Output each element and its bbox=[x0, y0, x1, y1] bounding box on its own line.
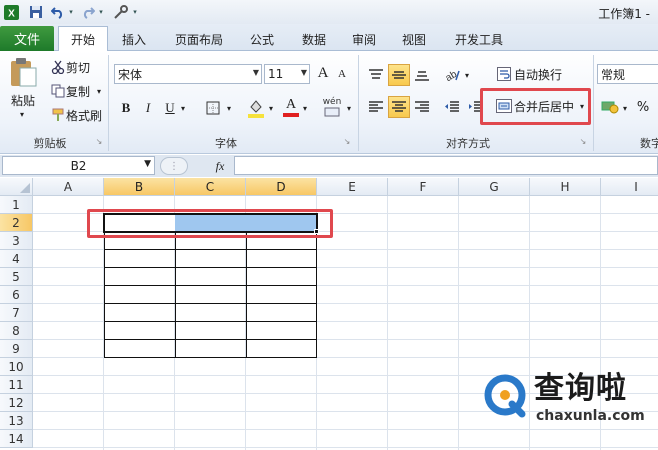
separator bbox=[358, 55, 359, 151]
wrap-text-button[interactable]: 自动换行 bbox=[514, 65, 566, 83]
alignment-launcher-icon[interactable]: ↘ bbox=[578, 136, 588, 146]
watermark-brand: 查询啦 bbox=[534, 371, 627, 406]
selection-highlight bbox=[87, 209, 333, 238]
paste-button[interactable]: 粘贴 bbox=[8, 92, 38, 108]
number-group-label: 数字 bbox=[640, 137, 658, 150]
align-bottom-icon[interactable] bbox=[412, 65, 432, 85]
wrap-text-icon[interactable] bbox=[496, 66, 512, 82]
formula-input[interactable] bbox=[234, 156, 658, 175]
accounting-dropdown-icon[interactable]: ▾ bbox=[620, 101, 630, 115]
align-right-icon[interactable] bbox=[412, 97, 432, 117]
clipboard-group-label: 剪贴板 bbox=[33, 137, 67, 150]
font-name-value: 宋体 bbox=[118, 67, 143, 82]
ribbon-home: 粘贴 ▾ 剪切 复制 ▾ 格式刷 剪贴板 ↘ 宋体 ▼ 11 ▼ A A B I bbox=[0, 51, 658, 154]
paste-dropdown-icon[interactable]: ▾ bbox=[16, 109, 28, 119]
font-name-combo[interactable]: 宋体 ▼ bbox=[114, 64, 262, 84]
number-format-value: 常规 bbox=[601, 67, 626, 82]
percent-style-button[interactable]: % bbox=[634, 97, 652, 117]
cut-button[interactable]: 剪切 bbox=[66, 59, 96, 75]
borders-icon[interactable] bbox=[204, 99, 222, 117]
alignment-group-label: 对齐方式 bbox=[446, 137, 490, 150]
separator bbox=[108, 55, 109, 151]
tab-file[interactable]: 文件 bbox=[0, 26, 54, 51]
quick-access-customize-icon[interactable]: ▾ bbox=[130, 4, 140, 20]
format-painter-button[interactable]: 格式刷 bbox=[66, 107, 106, 123]
font-size-dropdown-icon[interactable]: ▼ bbox=[301, 68, 307, 77]
svg-text:X: X bbox=[8, 8, 15, 19]
tab-view[interactable]: 视图 bbox=[390, 28, 438, 51]
insert-function-button[interactable]: fx bbox=[210, 157, 230, 175]
underline-button[interactable]: U bbox=[162, 99, 178, 117]
decrease-indent-icon[interactable] bbox=[442, 97, 462, 117]
borders-dropdown-icon[interactable]: ▾ bbox=[224, 101, 234, 115]
redo-icon[interactable] bbox=[80, 4, 96, 20]
excel-app-icon[interactable]: X bbox=[2, 4, 20, 20]
watermark-domain: chaxunla.com bbox=[536, 408, 645, 424]
font-size-value: 11 bbox=[268, 67, 284, 81]
fill-color-icon[interactable] bbox=[246, 97, 266, 119]
orientation-dropdown-icon[interactable]: ▾ bbox=[462, 68, 472, 82]
name-box[interactable]: B2 ▼ bbox=[2, 156, 155, 175]
accounting-format-icon[interactable] bbox=[600, 97, 620, 117]
font-color-dropdown-icon[interactable]: ▾ bbox=[300, 101, 310, 115]
number-format-combo[interactable]: 常规 bbox=[597, 64, 658, 84]
italic-button[interactable]: I bbox=[140, 99, 156, 117]
formula-bar-resize-handle[interactable]: ⋮ bbox=[160, 157, 188, 175]
phonetic-dropdown-icon[interactable]: ▾ bbox=[344, 101, 354, 115]
align-center-icon[interactable] bbox=[388, 96, 410, 118]
clipboard-launcher-icon[interactable]: ↘ bbox=[94, 136, 104, 146]
watermark: 查询啦 chaxunla.com bbox=[484, 372, 654, 428]
tab-page-layout[interactable]: 页面布局 bbox=[164, 28, 234, 51]
undo-dropdown-icon[interactable]: ▾ bbox=[66, 4, 76, 20]
copy-icon[interactable] bbox=[50, 83, 66, 99]
copy-dropdown-icon[interactable]: ▾ bbox=[94, 85, 104, 97]
font-group-label: 字体 bbox=[215, 137, 237, 150]
tab-insert[interactable]: 插入 bbox=[110, 28, 158, 51]
redo-dropdown-icon[interactable]: ▾ bbox=[96, 4, 106, 20]
formula-bar: B2 ▼ ⋮ fx bbox=[0, 155, 658, 177]
orientation-icon[interactable]: ab bbox=[442, 65, 462, 85]
font-color-swatch bbox=[283, 113, 299, 117]
font-color-letter: A bbox=[285, 97, 297, 112]
watermark-logo-icon bbox=[484, 374, 526, 418]
fill-color-dropdown-icon[interactable]: ▾ bbox=[266, 101, 276, 115]
bold-button[interactable]: B bbox=[118, 99, 134, 117]
grow-font-icon[interactable]: A bbox=[314, 63, 332, 83]
save-icon[interactable] bbox=[28, 4, 44, 20]
title-bar: X ▾ ▾ ▾ 工作簿1 - bbox=[0, 0, 658, 24]
tab-formulas[interactable]: 公式 bbox=[238, 28, 286, 51]
shrink-font-icon[interactable]: A bbox=[334, 65, 350, 83]
name-box-dropdown-icon[interactable]: ▼ bbox=[144, 159, 151, 169]
font-launcher-icon[interactable]: ↘ bbox=[342, 136, 352, 146]
font-name-dropdown-icon[interactable]: ▼ bbox=[253, 68, 259, 77]
align-middle-icon[interactable] bbox=[388, 64, 410, 86]
excel-window: X ▾ ▾ ▾ 工作簿1 - 文件 开始 插入 页面布局 公式 数据 审阅 视图… bbox=[0, 0, 658, 450]
phonetic-guide-label: wén bbox=[322, 97, 342, 107]
align-left-icon[interactable] bbox=[366, 97, 386, 117]
copy-button[interactable]: 复制 bbox=[66, 83, 96, 99]
merge-center-highlight bbox=[480, 88, 591, 125]
paste-icon[interactable] bbox=[6, 55, 40, 89]
underline-dropdown-icon[interactable]: ▾ bbox=[178, 101, 188, 115]
tools-icon[interactable] bbox=[112, 4, 130, 20]
undo-icon[interactable] bbox=[50, 4, 66, 20]
tab-home[interactable]: 开始 bbox=[58, 26, 108, 52]
align-top-icon[interactable] bbox=[366, 65, 386, 85]
name-box-value: B2 bbox=[70, 158, 87, 173]
cut-icon[interactable] bbox=[50, 59, 66, 75]
font-color-icon[interactable]: A bbox=[282, 95, 300, 119]
separator bbox=[593, 55, 594, 151]
ribbon-tabs: 文件 开始 插入 页面布局 公式 数据 审阅 视图 开发工具 bbox=[0, 24, 658, 52]
phonetic-guide-icon[interactable]: wén bbox=[320, 95, 344, 119]
tab-review[interactable]: 审阅 bbox=[340, 28, 388, 51]
window-title: 工作簿1 - bbox=[598, 7, 650, 21]
tab-developer[interactable]: 开发工具 bbox=[444, 28, 514, 51]
tab-data[interactable]: 数据 bbox=[290, 28, 338, 51]
font-size-combo[interactable]: 11 ▼ bbox=[264, 64, 310, 84]
format-painter-icon[interactable] bbox=[50, 107, 66, 123]
